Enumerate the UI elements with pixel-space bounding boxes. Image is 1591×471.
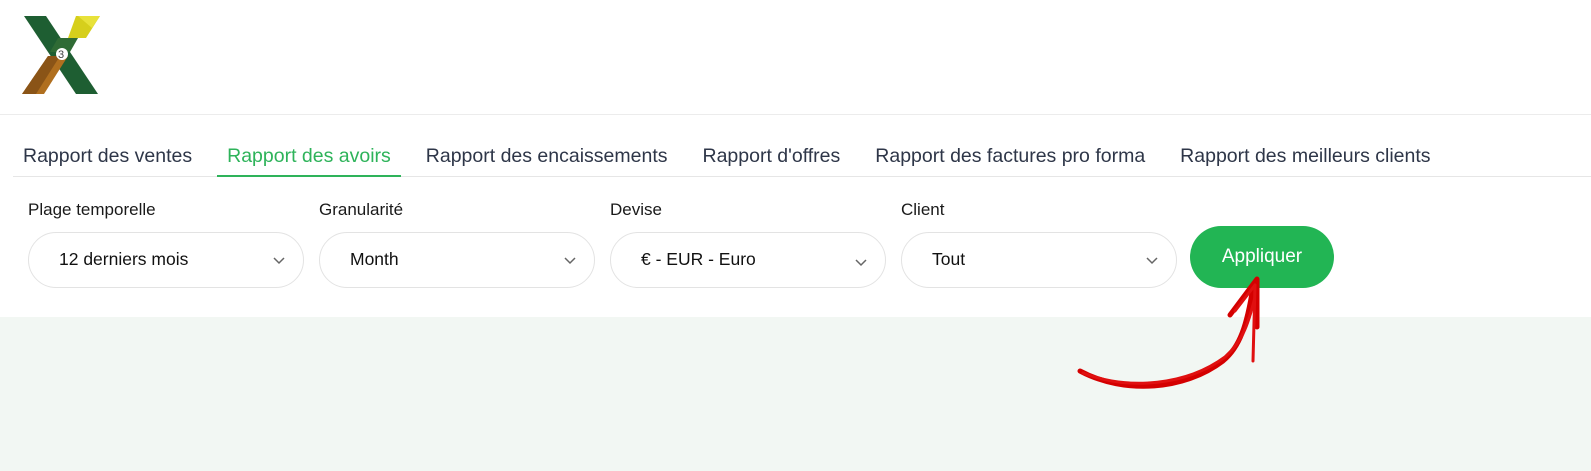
time-range-value: 12 derniers mois — [59, 249, 189, 269]
granularity-value: Month — [350, 249, 399, 269]
tab-offers-report[interactable]: Rapport d'offres — [693, 137, 851, 176]
granularity-label: Granularité — [319, 200, 404, 219]
chevron-down-icon — [273, 257, 285, 265]
tab-proforma-report[interactable]: Rapport des factures pro forma — [865, 137, 1155, 176]
currency-filter: Devise € - EUR - Euro — [610, 199, 886, 288]
filter-bar: Plage temporelle 12 derniers mois Granul… — [28, 199, 1192, 288]
currency-select[interactable]: € - EUR - Euro — [610, 232, 886, 288]
x-logo-icon[interactable]: 3 — [20, 16, 102, 96]
chevron-down-icon — [564, 257, 576, 265]
report-content-area — [0, 317, 1591, 471]
client-label: Client — [901, 200, 945, 219]
tab-sales-report[interactable]: Rapport des ventes — [13, 137, 202, 176]
granularity-filter: Granularité Month — [319, 199, 595, 288]
report-tabs: Rapport des ventes Rapport des avoirs Ra… — [13, 137, 1591, 177]
time-range-label: Plage temporelle — [28, 200, 156, 219]
time-range-select[interactable]: 12 derniers mois — [28, 232, 304, 288]
granularity-select[interactable]: Month — [319, 232, 595, 288]
client-value: Tout — [932, 249, 966, 269]
top-header: 3 — [0, 0, 1591, 115]
svg-text:3: 3 — [58, 49, 64, 61]
chevron-down-icon — [855, 259, 867, 267]
tab-top-clients-report[interactable]: Rapport des meilleurs clients — [1170, 137, 1440, 176]
currency-label: Devise — [610, 200, 662, 219]
report-page: 3 Rapport des ventes Rapport des avoirs … — [0, 0, 1591, 471]
tab-receipts-report[interactable]: Rapport des encaissements — [416, 137, 678, 176]
currency-value: € - EUR - Euro — [641, 249, 756, 269]
red-arrow-icon — [1077, 276, 1260, 389]
tab-credit-notes-report[interactable]: Rapport des avoirs — [217, 137, 401, 177]
time-range-filter: Plage temporelle 12 derniers mois — [28, 199, 304, 288]
